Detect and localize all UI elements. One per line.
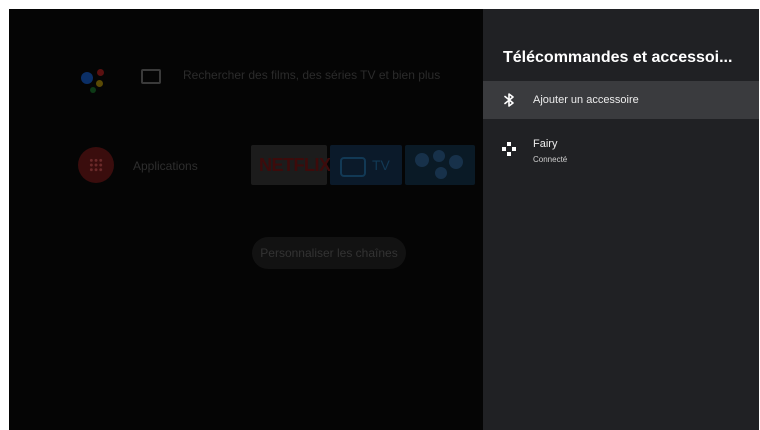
tv-label: TV [372,157,390,173]
netflix-tile[interactable]: NETFLIX [251,145,331,185]
bluetooth-icon [504,93,514,107]
device-item-fairy[interactable]: Fairy Connecté [483,127,759,173]
tv-screen: Rechercher des films, des séries TV et b… [9,9,759,430]
panel-title: Télécommandes et accessoi... [503,49,733,66]
apps-grid-icon [89,158,103,172]
device-name: Fairy [533,138,558,150]
home-screen-dimmed: Rechercher des films, des séries TV et b… [9,9,483,430]
device-status: Connecté [533,155,568,164]
gamepad-icon [502,142,516,156]
tv-tile[interactable]: TV [330,145,402,185]
tv-icon [340,157,366,177]
apps-button[interactable] [78,147,114,183]
add-accessory-label: Ajouter un accessoire [533,94,639,106]
games-tile[interactable] [405,145,475,185]
customize-channels-label: Personnaliser les chaînes [260,246,398,260]
google-assistant-icon[interactable] [81,67,111,97]
netflix-logo: NETFLIX [259,155,331,175]
add-accessory-item[interactable]: Ajouter un accessoire [483,81,759,119]
accessories-panel: Télécommandes et accessoi... Ajouter un … [483,9,759,430]
customize-channels-button[interactable]: Personnaliser les chaînes [252,237,406,269]
apps-label: Applications [133,159,198,173]
keyboard-icon[interactable] [141,69,161,84]
search-placeholder[interactable]: Rechercher des films, des séries TV et b… [183,68,440,82]
